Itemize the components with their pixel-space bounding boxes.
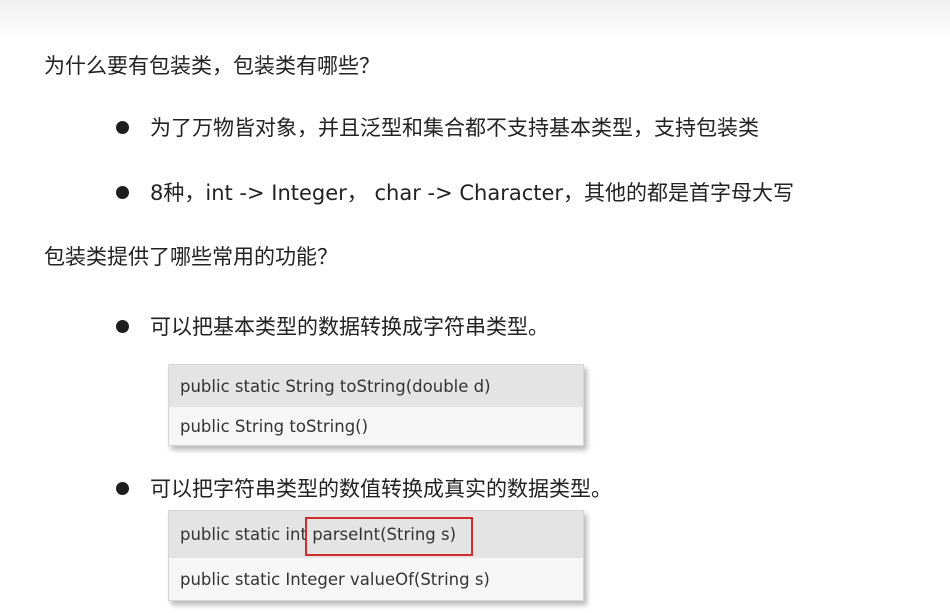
method-row-valueof: public static Integer valueOf(String s) — [169, 558, 583, 600]
method-row-tostring: public String toString() — [169, 407, 583, 445]
bullet-dot-icon — [116, 185, 129, 199]
question-heading-functions: 包装类提供了哪些常用的功能？ — [44, 245, 338, 269]
bullet-dot-icon — [116, 481, 129, 495]
question-heading-wrapper-classes: 为什么要有包装类，包装类有哪些？ — [44, 54, 380, 78]
bullet-text: 可以把基本类型的数据转换成字符串类型。 — [150, 315, 549, 339]
bullet-dot-icon — [116, 319, 129, 333]
bullet-text: 可以把字符串类型的数值转换成真实的数据类型。 — [150, 477, 612, 501]
bullet-dot-icon — [116, 120, 129, 134]
bullet-text: 为了万物皆对象，并且泛型和集合都不支持基本类型，支持包装类 — [150, 116, 759, 140]
bullet-text: 8种，int -> Integer， char -> Character，其他的… — [150, 181, 795, 205]
bullet-item-why-wrappers: 为了万物皆对象，并且泛型和集合都不支持基本类型，支持包装类 — [116, 112, 759, 142]
bullet-item-parse: 可以把字符串类型的数值转换成真实的数据类型。 — [116, 473, 612, 503]
parseint-highlight-box — [305, 517, 473, 556]
bullet-item-to-string: 可以把基本类型的数据转换成字符串类型。 — [116, 311, 549, 341]
top-fade — [0, 0, 950, 40]
bullet-item-eight-types: 8种，int -> Integer， char -> Character，其他的… — [116, 177, 794, 207]
method-row-tostring-double: public static String toString(double d) — [169, 365, 583, 407]
tostring-method-table: public static String toString(double d) … — [168, 364, 584, 446]
